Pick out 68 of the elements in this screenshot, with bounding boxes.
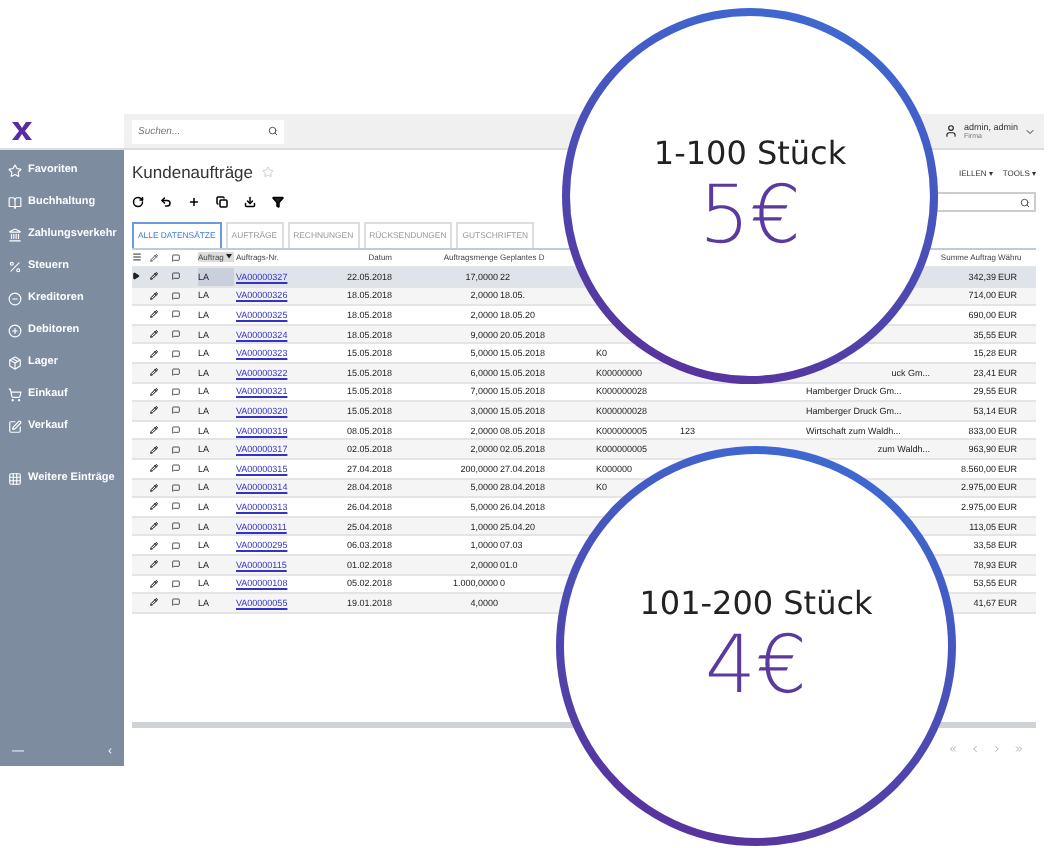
edit-icon xyxy=(8,419,22,433)
download-icon[interactable] xyxy=(244,196,256,208)
edit-row-icon[interactable] xyxy=(150,310,158,319)
comment-icon[interactable] xyxy=(172,464,180,473)
quantity-label: 101-200 Stück xyxy=(639,583,873,621)
refresh-icon[interactable] xyxy=(132,196,144,208)
box-icon xyxy=(8,355,22,369)
quantity-label: 1-100 Stück xyxy=(653,133,847,171)
edit-row-icon[interactable] xyxy=(150,426,158,435)
comment-icon[interactable] xyxy=(172,272,180,281)
comment-icon[interactable] xyxy=(172,310,180,319)
edit-row-icon[interactable] xyxy=(150,291,158,300)
edit-row-icon[interactable] xyxy=(150,502,158,511)
edit-row-icon[interactable] xyxy=(150,560,158,569)
minus-circle-icon xyxy=(8,291,22,305)
edit-row-icon[interactable] xyxy=(150,406,158,415)
logo-icon xyxy=(12,122,32,140)
user-icon[interactable] xyxy=(943,124,958,138)
comment-icon[interactable] xyxy=(172,349,180,358)
pencil-icon xyxy=(150,253,158,262)
edit-row-icon[interactable] xyxy=(150,349,158,358)
edit-row-icon[interactable] xyxy=(150,272,158,281)
page-title: Kundenaufträge xyxy=(132,162,253,182)
comment-icon[interactable] xyxy=(172,368,180,377)
comment-icon[interactable] xyxy=(172,502,180,511)
star-icon xyxy=(8,163,22,177)
chevron-down-icon[interactable] xyxy=(1024,125,1036,137)
search-icon xyxy=(1020,197,1030,207)
edit-row-icon[interactable] xyxy=(150,541,158,550)
percent-icon xyxy=(8,259,22,273)
comment-icon[interactable] xyxy=(172,598,180,607)
filter-icon[interactable] xyxy=(272,196,284,208)
comment-icon[interactable] xyxy=(172,330,180,339)
cart-icon xyxy=(8,387,22,401)
edit-row-icon[interactable] xyxy=(150,598,158,607)
plus-circle-icon xyxy=(8,323,22,337)
comment-icon[interactable] xyxy=(172,291,180,300)
edit-row-icon[interactable] xyxy=(150,330,158,339)
edit-row-icon[interactable] xyxy=(150,483,158,492)
search-icon xyxy=(268,126,278,136)
comment-icon[interactable] xyxy=(172,483,180,492)
book-icon xyxy=(8,195,22,209)
undo-icon[interactable] xyxy=(160,196,172,208)
price-label: 5€ xyxy=(699,171,801,259)
comment-icon[interactable] xyxy=(172,579,180,588)
comment-icon[interactable] xyxy=(172,445,180,454)
favorite-star-icon[interactable] xyxy=(261,166,273,178)
edit-row-icon[interactable] xyxy=(150,522,158,531)
comment-icon[interactable] xyxy=(172,541,180,550)
plus-icon[interactable] xyxy=(188,196,200,208)
bank-icon xyxy=(8,227,22,241)
edit-row-icon[interactable] xyxy=(150,387,158,396)
price-label: 4€ xyxy=(705,621,807,709)
edit-row-icon[interactable] xyxy=(150,445,158,454)
columns-icon[interactable] xyxy=(132,252,142,263)
comment-icon[interactable] xyxy=(172,560,180,569)
comment-icon[interactable] xyxy=(172,426,180,435)
edit-row-icon[interactable] xyxy=(150,368,158,377)
sort-icon xyxy=(225,254,232,261)
comment-icon xyxy=(172,253,180,262)
row-pointer-icon xyxy=(132,272,140,281)
comment-icon[interactable] xyxy=(172,406,180,415)
edit-row-icon[interactable] xyxy=(150,464,158,473)
copy-icon[interactable] xyxy=(216,196,228,208)
grid-icon xyxy=(8,471,22,485)
comment-icon[interactable] xyxy=(172,387,180,396)
comment-icon[interactable] xyxy=(172,522,180,531)
edit-row-icon[interactable] xyxy=(150,579,158,588)
